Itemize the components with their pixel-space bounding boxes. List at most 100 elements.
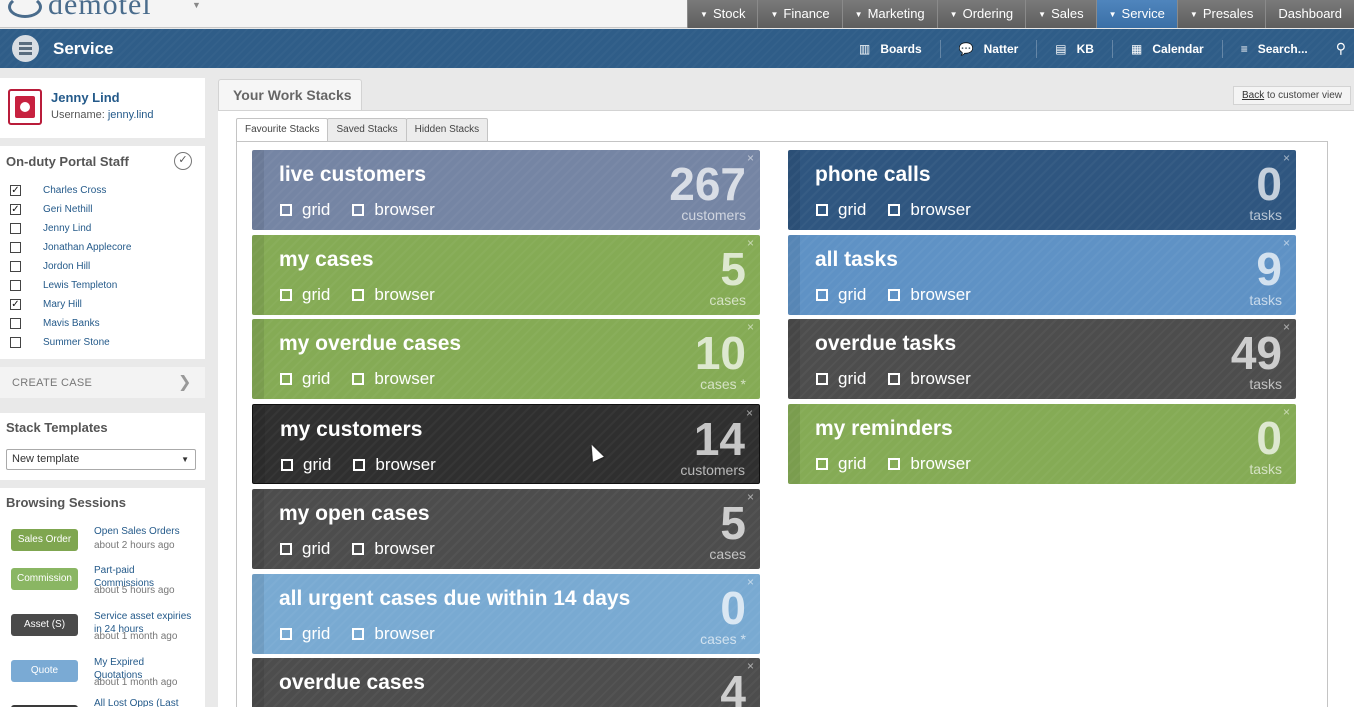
browser-label[interactable]: browser <box>374 285 434 305</box>
staff-name[interactable]: Mavis Banks <box>43 318 100 329</box>
stack-card[interactable]: × all tasks 9 tasks grid browser <box>788 234 1296 315</box>
browser-checkbox[interactable] <box>353 459 366 472</box>
close-icon[interactable]: × <box>746 406 753 420</box>
staff-name[interactable]: Summer Stone <box>43 337 110 348</box>
close-icon[interactable]: × <box>747 659 754 673</box>
staff-checkbox[interactable] <box>10 336 21 348</box>
stack-title[interactable]: all urgent cases due within 14 days <box>279 587 630 611</box>
stack-title[interactable]: my open cases <box>279 502 430 526</box>
staff-checkbox[interactable] <box>10 222 21 234</box>
close-icon[interactable]: × <box>1283 320 1290 334</box>
browser-checkbox[interactable] <box>352 373 365 386</box>
staff-name[interactable]: Lewis Templeton <box>43 280 117 291</box>
grid-label[interactable]: grid <box>302 369 330 389</box>
stack-card[interactable]: × all urgent cases due within 14 days 0 cas… <box>252 573 760 654</box>
staff-row[interactable]: ✓ Geri Nethill <box>10 201 92 217</box>
session-badge[interactable]: Sales Order <box>11 529 78 551</box>
browser-checkbox[interactable] <box>888 288 901 301</box>
close-icon[interactable]: × <box>1283 151 1290 165</box>
staff-name[interactable]: Jordon Hill <box>43 261 90 272</box>
grid-label[interactable]: grid <box>302 539 330 559</box>
stack-title[interactable]: overdue cases <box>279 671 425 695</box>
close-icon[interactable]: × <box>747 320 754 334</box>
stack-title[interactable]: my cases <box>279 248 374 272</box>
topnav-finance[interactable]: ▼ Finance <box>757 0 842 28</box>
grid-label[interactable]: grid <box>302 624 330 644</box>
boards-link[interactable]: ▥ Boards <box>841 40 940 58</box>
stack-title[interactable]: my reminders <box>815 417 953 441</box>
browser-label[interactable]: browser <box>374 200 434 220</box>
search-link[interactable]: ≡ Search... <box>1221 39 1326 58</box>
check-circle-icon[interactable]: ✓ <box>174 152 192 170</box>
username-value[interactable]: jenny.lind <box>108 109 154 121</box>
staff-checkbox[interactable]: ✓ <box>10 298 21 310</box>
staff-row[interactable]: Jordon Hill <box>10 258 90 274</box>
browser-checkbox[interactable] <box>352 204 365 216</box>
browser-checkbox[interactable] <box>352 288 365 301</box>
create-case-button[interactable]: CREATE CASE ❯ <box>0 367 205 398</box>
app-logo[interactable]: demotel <box>8 0 152 22</box>
browser-label[interactable]: browser <box>374 369 434 389</box>
browser-checkbox[interactable] <box>888 373 901 386</box>
staff-checkbox[interactable] <box>10 260 21 272</box>
browser-label[interactable]: browser <box>910 454 970 474</box>
staff-name[interactable]: Jonathan Applecore <box>43 242 131 253</box>
grid-checkbox[interactable] <box>816 204 828 216</box>
close-icon[interactable]: × <box>1283 405 1290 419</box>
grid-checkbox[interactable] <box>280 542 292 555</box>
grid-checkbox[interactable] <box>281 459 293 472</box>
topnav-dashboard[interactable]: Dashboard <box>1265 0 1354 28</box>
grid-checkbox[interactable] <box>280 204 292 216</box>
close-icon[interactable]: × <box>747 575 754 589</box>
topnav-marketing[interactable]: ▼ Marketing <box>841 0 937 28</box>
grid-label[interactable]: grid <box>303 455 331 475</box>
staff-checkbox[interactable]: ✓ <box>10 203 21 215</box>
user-name[interactable]: Jenny Lind <box>51 90 120 105</box>
stack-title[interactable]: overdue tasks <box>815 332 956 356</box>
stack-card[interactable]: × phone calls 0 tasks grid browser <box>788 150 1296 230</box>
staff-checkbox[interactable]: ✓ <box>10 184 21 196</box>
stack-card[interactable]: × my overdue cases 10 cases * grid browser <box>252 319 760 400</box>
stack-title[interactable]: my customers <box>280 418 422 442</box>
calendar-link[interactable]: ▦ Calendar <box>1111 39 1222 58</box>
staff-checkbox[interactable] <box>10 279 21 291</box>
stack-card[interactable]: × my cases 5 cases grid browser <box>252 234 760 315</box>
browser-label[interactable]: browser <box>910 369 970 389</box>
browser-checkbox[interactable] <box>888 204 901 216</box>
grid-label[interactable]: grid <box>302 285 330 305</box>
grid-label[interactable]: grid <box>838 200 866 220</box>
session-title[interactable]: All Lost Opps (Last <box>94 697 194 707</box>
kb-link[interactable]: ▤ KB <box>1036 39 1112 58</box>
stack-card[interactable]: × my reminders 0 tasks grid browser <box>788 404 1296 485</box>
search-icon[interactable]: ⚲ <box>1326 40 1354 57</box>
session-badge[interactable]: Asset (S) <box>11 614 78 636</box>
stack-title[interactable]: all tasks <box>815 248 898 272</box>
close-icon[interactable]: × <box>747 490 754 504</box>
stack-card[interactable]: × my customers 14 customers grid browser <box>252 404 760 485</box>
staff-checkbox[interactable] <box>10 241 21 253</box>
staff-row[interactable]: ✓ Mary Hill <box>10 296 82 312</box>
close-icon[interactable]: × <box>1283 236 1290 250</box>
stack-title[interactable]: my overdue cases <box>279 332 461 356</box>
logo-caret-icon[interactable]: ▼ <box>192 0 201 10</box>
close-icon[interactable]: × <box>747 236 754 250</box>
browser-label[interactable]: browser <box>910 200 970 220</box>
browser-label[interactable]: browser <box>374 539 434 559</box>
staff-row[interactable]: ✓ Charles Cross <box>10 182 106 198</box>
grid-checkbox[interactable] <box>816 373 828 386</box>
grid-label[interactable]: grid <box>838 285 866 305</box>
tab-hidden-stacks[interactable]: Hidden Stacks <box>405 118 489 142</box>
staff-row[interactable]: Jenny Lind <box>10 220 91 236</box>
close-icon[interactable]: × <box>747 151 754 165</box>
grid-checkbox[interactable] <box>280 288 292 301</box>
stack-card[interactable]: × live customers 267 customers grid browser <box>252 150 760 230</box>
grid-label[interactable]: grid <box>302 200 330 220</box>
grid-label[interactable]: grid <box>838 454 866 474</box>
avatar[interactable] <box>8 89 42 125</box>
staff-row[interactable]: Lewis Templeton <box>10 277 117 293</box>
staff-checkbox[interactable] <box>10 317 21 329</box>
topnav-stock[interactable]: ▼ Stock <box>687 0 758 28</box>
staff-row[interactable]: Mavis Banks <box>10 315 100 331</box>
tab-favourite-stacks[interactable]: Favourite Stacks <box>236 118 329 142</box>
staff-name[interactable]: Mary Hill <box>43 299 82 310</box>
